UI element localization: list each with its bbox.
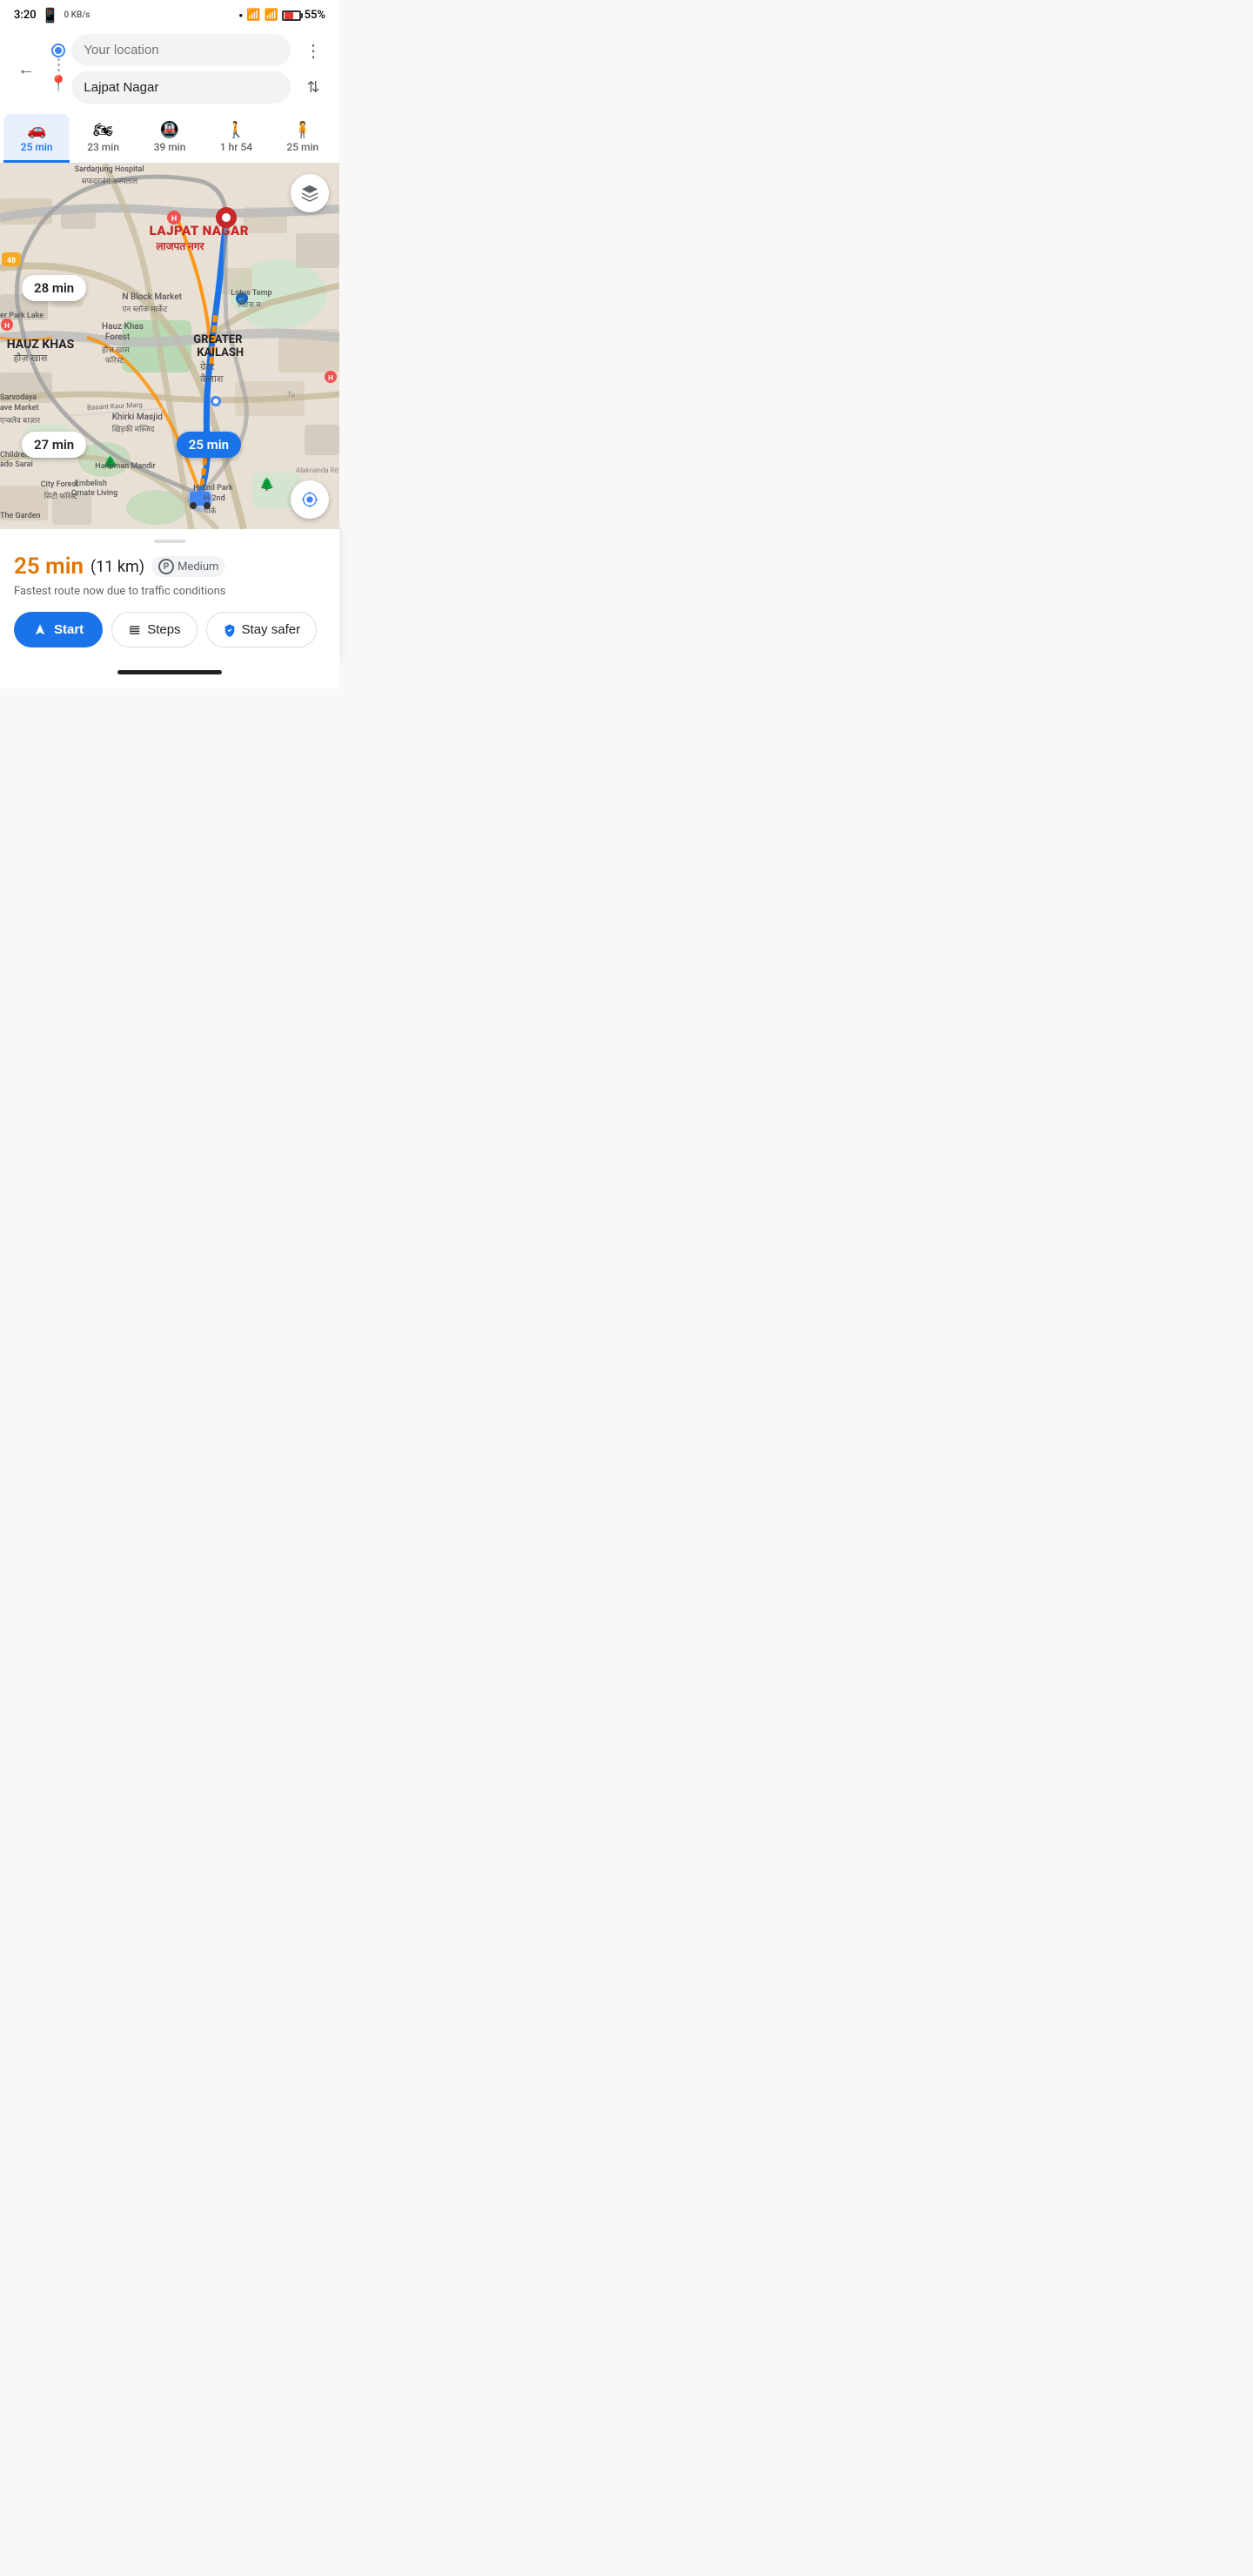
bottom-sheet: 25 min (11 km) P Medium Fastest route no… <box>0 529 339 661</box>
svg-text:🛒: 🛒 <box>238 296 246 304</box>
shield-check-icon <box>223 623 237 637</box>
route-badge-27min[interactable]: 27 min <box>22 432 86 458</box>
walk-time: 1 hr 54 <box>220 141 252 153</box>
more-icon: ⋮ <box>305 40 322 61</box>
steps-icon <box>128 623 142 637</box>
svg-text:H: H <box>328 374 333 382</box>
tab-car[interactable]: 🚗 25 min <box>3 114 70 163</box>
start-label: Start <box>54 622 84 637</box>
signal-dot-icon: ● <box>238 11 243 19</box>
svg-text:Alaknanda Rd: Alaknanda Rd <box>296 466 338 474</box>
home-indicator <box>117 670 222 674</box>
waypoint-connector: 📍 <box>49 45 68 93</box>
route-inputs: ← 📍 ⋮ ⇅ <box>10 34 329 104</box>
more-options-button[interactable]: ⋮ <box>298 35 329 66</box>
svg-text:🌲: 🌲 <box>103 455 117 470</box>
time: 3:20 <box>14 9 37 22</box>
origin-input-wrap[interactable] <box>71 34 291 66</box>
destination-input[interactable] <box>84 80 278 95</box>
whatsapp-icon: 📱 <box>42 7 59 23</box>
start-button[interactable]: Start <box>14 612 103 647</box>
route-duration: 25 min <box>14 553 84 580</box>
data-speed: 0 KB/s <box>64 10 90 20</box>
bike-icon: 🏍 <box>93 121 113 139</box>
header: ← 📍 ⋮ ⇅ <box>0 27 339 114</box>
svg-text:Tu: Tu <box>287 391 295 399</box>
route-badge-28min[interactable]: 28 min <box>22 275 86 301</box>
battery-percent: 55% <box>305 9 325 22</box>
transport-tabs: 🚗 25 min 🏍 23 min 🚇 39 min 🚶 1 hr 54 🧍 2… <box>0 114 339 164</box>
gps-icon <box>300 490 319 509</box>
route-description: Fastest route now due to traffic conditi… <box>14 585 325 598</box>
origin-input[interactable] <box>84 43 278 57</box>
battery-icon <box>282 10 301 21</box>
status-right: ● 📶 📶 55% <box>238 9 325 22</box>
transit-time: 39 min <box>154 141 186 153</box>
car-time: 25 min <box>21 141 53 153</box>
svg-text:H: H <box>4 322 10 330</box>
sheet-handle <box>154 540 185 543</box>
swap-icon: ⇅ <box>306 78 319 97</box>
svg-text:H: H <box>171 215 177 224</box>
tab-walk[interactable]: 🚶 1 hr 54 <box>203 114 269 163</box>
parking-badge: P Medium <box>151 556 225 577</box>
my-location-button[interactable] <box>291 480 329 519</box>
rideshare-icon: 🧍 <box>293 121 312 139</box>
route-badge-25min[interactable]: 25 min <box>177 432 241 458</box>
destination-input-wrap[interactable] <box>71 71 291 104</box>
swap-routes-button[interactable]: ⇅ <box>298 71 329 103</box>
route-distance: (11 km) <box>90 558 144 576</box>
car-icon: 🚗 <box>27 121 46 139</box>
walk-icon: 🚶 <box>226 121 245 139</box>
status-left: 3:20 📱 0 KB/s <box>14 7 90 23</box>
parking-icon: P <box>158 559 174 574</box>
rideshare-time: 25 min <box>286 141 318 153</box>
map-svg: H H H 🛒 🌲 🌲 48 Basant Kaur Marg Alaknand… <box>0 164 339 529</box>
status-bar: 3:20 📱 0 KB/s ● 📶 📶 55% <box>0 0 339 27</box>
origin-dot-icon <box>53 45 64 56</box>
bottom-nav <box>0 661 339 688</box>
stay-safer-button[interactable]: Stay safer <box>206 612 318 647</box>
tab-bike[interactable]: 🏍 23 min <box>70 114 136 163</box>
svg-text:🌲: 🌲 <box>259 477 274 492</box>
layers-button[interactable] <box>291 174 329 212</box>
tab-transit[interactable]: 🚇 39 min <box>137 114 203 163</box>
steps-label: Steps <box>147 622 180 637</box>
transit-icon: 🚇 <box>160 121 179 139</box>
layers-icon <box>300 184 319 203</box>
svg-text:48: 48 <box>7 257 16 265</box>
map-container[interactable]: H H H 🛒 🌲 🌲 48 Basant Kaur Marg Alaknand… <box>0 164 339 529</box>
back-button[interactable]: ← <box>10 53 42 84</box>
signal-icon: 📶 <box>264 9 278 22</box>
destination-pin-icon: 📍 <box>49 75 68 93</box>
connector-dots-icon <box>57 57 60 73</box>
tab-rideshare[interactable]: 🧍 25 min <box>270 114 336 163</box>
back-icon: ← <box>17 58 35 80</box>
stay-safer-label: Stay safer <box>242 622 301 637</box>
input-column <box>71 34 291 104</box>
steps-button[interactable]: Steps <box>111 612 197 647</box>
navigation-icon <box>33 623 47 637</box>
action-buttons: Start Steps Stay safer <box>14 612 325 647</box>
wifi-icon: 📶 <box>246 9 260 22</box>
parking-level: Medium <box>178 560 218 574</box>
bike-time: 23 min <box>87 141 119 153</box>
route-summary: 25 min (11 km) P Medium <box>14 553 325 580</box>
